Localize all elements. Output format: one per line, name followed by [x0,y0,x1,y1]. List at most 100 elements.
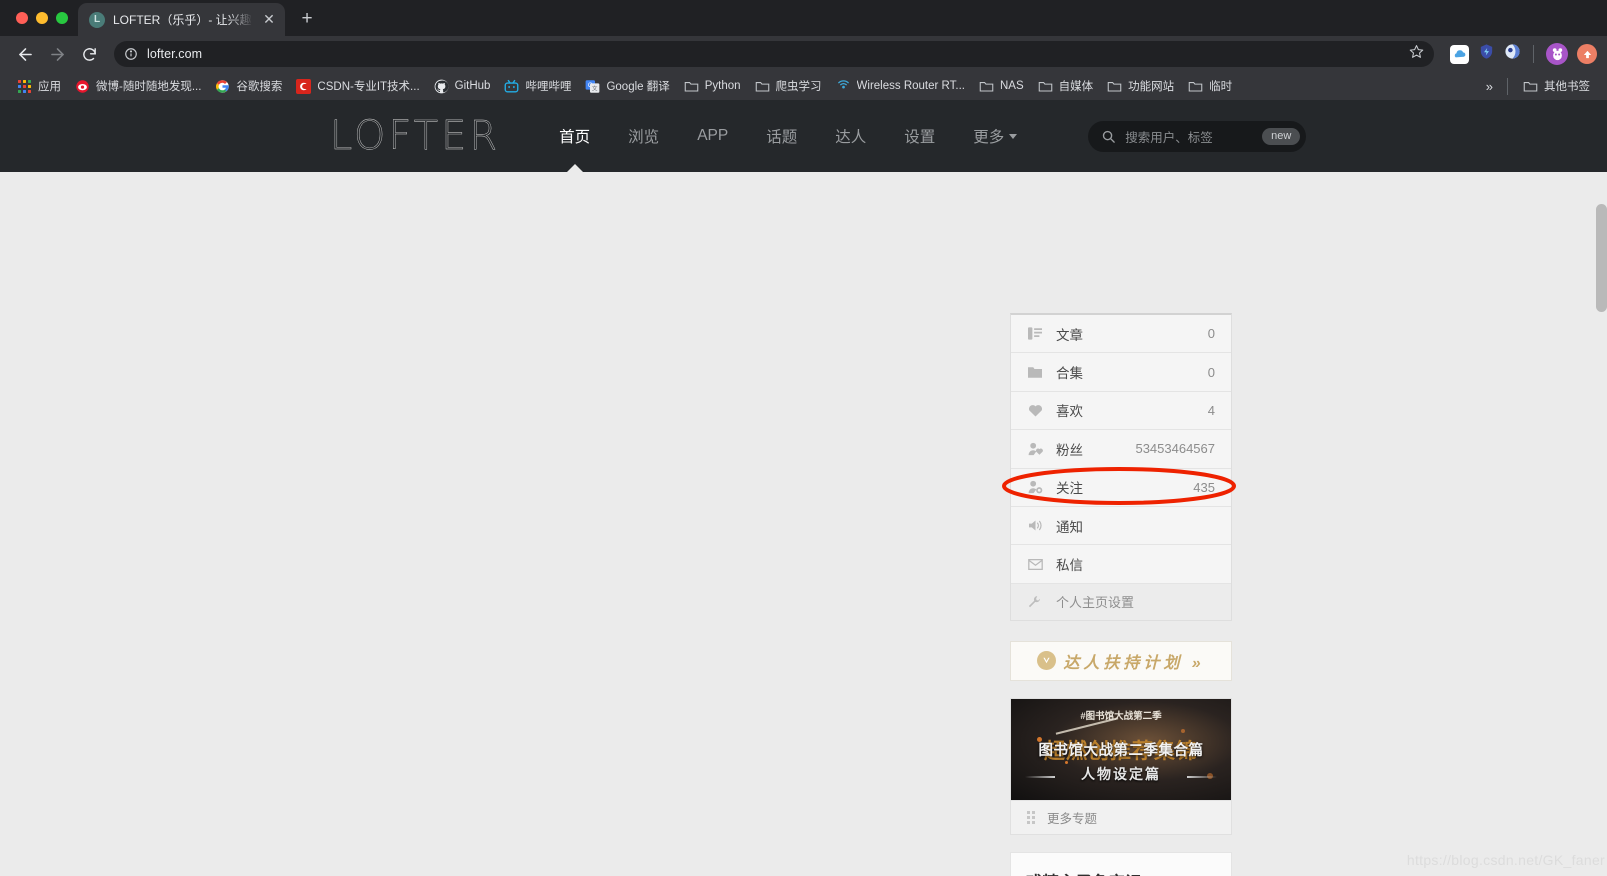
menu-row-following[interactable]: 关注 435 [1011,468,1231,507]
weibo-icon [75,79,90,94]
nav-item-topics[interactable]: 话题 [747,100,816,172]
back-arrow-icon[interactable] [10,39,40,69]
page-scrollbar[interactable] [1596,204,1607,312]
nav-label: 话题 [766,129,798,146]
nav-item-daren[interactable]: 达人 [816,100,885,172]
nav-item-more[interactable]: 更多 [954,100,1036,172]
folder-icon [1038,79,1053,94]
menu-row-likes[interactable]: 喜欢 4 [1011,391,1231,431]
menu-row-profile-settings[interactable]: 个人主页设置 [1011,583,1231,620]
toolbar-divider [1533,45,1534,63]
shield-icon[interactable] [1478,43,1495,65]
menu-value: 0 [1207,364,1215,380]
bookmark-label: GitHub [454,80,491,92]
bookmarks-overflow-button[interactable]: » [1480,79,1499,94]
promo-more-topics[interactable]: 更多专题 [1011,799,1231,834]
nav-item-home[interactable]: 首页 [540,100,609,172]
search-input[interactable]: 搜索用户、标签 new [1088,120,1307,152]
bookmark-apps[interactable]: 应用 [10,75,68,97]
address-bar[interactable]: lofter.com [114,41,1434,67]
nav-item-settings[interactable]: 设置 [885,100,954,172]
lofter-logo[interactable]: LOFTER [330,113,500,159]
close-window-button[interactable] [16,12,28,24]
bookmark-label: 其他书签 [1544,81,1590,93]
bookmarks-bar: 应用 微博-随时随地发现... 谷歌搜索 CSDN-专业IT技术... GitH [0,72,1607,100]
nav-item-browse[interactable]: 浏览 [609,100,678,172]
bookmark-folder-nas[interactable]: NAS [972,76,1031,97]
github-icon [434,79,449,94]
browser-tab[interactable]: L LOFTER（乐乎）- 让兴趣，更有 ✕ [78,3,285,36]
menu-label: 喜欢 [1056,404,1083,420]
bilibili-icon [504,79,519,94]
topic-card[interactable]: 戏精主子争宠记 6856参与 [1010,851,1232,876]
nav-item-app[interactable]: APP [678,100,747,172]
bookmarks-divider [1507,77,1508,95]
panda-avatar-icon[interactable] [1546,43,1568,65]
bookmark-label: 谷歌搜索 [236,81,283,93]
extension-icons [1444,43,1597,65]
bookmark-label: Python [704,80,741,92]
bookmark-google-translate[interactable]: G文 Google 翻译 [578,75,676,97]
bookmark-github[interactable]: GitHub [427,76,498,97]
nav-label: 更多 [973,129,1005,146]
folder-icon [1107,79,1122,94]
menu-label: 私信 [1056,558,1083,574]
bookmark-folder-temp[interactable]: 临时 [1181,75,1239,97]
star-icon[interactable] [1409,44,1424,64]
menu-row-collections[interactable]: 合集 0 [1011,353,1231,392]
folder-icon [684,79,699,94]
bookmark-label: 自媒体 [1058,81,1094,93]
new-tab-button[interactable]: + [293,5,321,33]
info-circle-icon [125,48,137,60]
menu-value: 0 [1207,326,1215,342]
google-translate-icon: G文 [585,79,600,94]
reload-icon[interactable] [74,39,104,69]
bookmark-other-bookmarks[interactable]: 其他书签 [1516,75,1597,97]
article-list-icon [1026,327,1044,340]
bookmark-bilibili[interactable]: 哔哩哔哩 [497,75,578,97]
search-new-badge: new [1262,127,1301,145]
minimize-window-button[interactable] [36,12,48,24]
topic-title: 戏精主子争宠记 [1026,869,1216,876]
bookmark-folder-spider[interactable]: 爬虫学习 [748,75,829,97]
bookmark-label: CSDN-专业IT技术... [317,81,420,93]
tab-favicon: L [89,11,105,28]
forward-arrow-icon[interactable] [42,39,72,69]
bookmark-label: 微博-随时随地发现... [96,81,202,93]
bookmark-wireless-router[interactable]: Wireless Router RT... [829,76,972,97]
globe-icon[interactable] [1504,43,1521,65]
maximize-window-button[interactable] [56,12,68,24]
bookmark-weibo[interactable]: 微博-随时随地发现... [68,75,208,97]
url-text: lofter.com [147,47,203,61]
v-badge-icon [1037,651,1057,671]
wrench-icon [1026,595,1044,608]
bookmarks-overflow: » 其他书签 [1480,75,1597,97]
menu-label: 粉丝 [1056,442,1083,458]
orange-upload-icon[interactable] [1577,44,1597,64]
promo-hashtag: #图书馆大战第二季 [1080,710,1162,722]
nav-label: 首页 [559,129,591,146]
bookmark-google-search[interactable]: 谷歌搜索 [208,75,289,97]
promo-subtitle: 人物设定篇 [1081,765,1161,782]
menu-row-fans[interactable]: 粉丝 53453464567 [1011,430,1231,469]
folder-icon [1026,366,1044,378]
wifi-icon [836,79,851,94]
menu-label: 关注 [1056,481,1083,497]
page-content: LOFTER 首页 浏览 APP 话题 达人 设置 更多 搜索用户、标签 new [0,100,1607,876]
folder-icon [1523,79,1538,94]
bookmark-label: 应用 [38,81,61,93]
menu-row-messages[interactable]: 私信 [1011,545,1231,584]
promo-card: #图书馆大战第二季 超燃创推荐集锦 图书馆大战第二季集合篇 人物设定篇 更多专题 [1010,697,1232,835]
cloud-icon[interactable] [1450,44,1469,64]
promo-image[interactable]: #图书馆大战第二季 超燃创推荐集锦 图书馆大战第二季集合篇 人物设定篇 [1011,698,1231,800]
promo-headline: 图书馆大战第二季集合篇 [1038,742,1204,759]
bookmark-folder-tools[interactable]: 功能网站 [1100,75,1181,97]
bookmark-folder-media[interactable]: 自媒体 [1031,75,1101,97]
chevron-down-icon [1009,133,1018,139]
bookmark-csdn[interactable]: CSDN-专业IT技术... [289,75,426,97]
bookmark-folder-python[interactable]: Python [677,76,748,97]
close-tab-icon[interactable]: ✕ [261,12,277,28]
daren-support-banner[interactable]: 达人扶持计划 » [1010,640,1232,681]
menu-row-notifications[interactable]: 通知 [1011,506,1231,546]
menu-row-articles[interactable]: 文章 0 [1011,315,1231,354]
